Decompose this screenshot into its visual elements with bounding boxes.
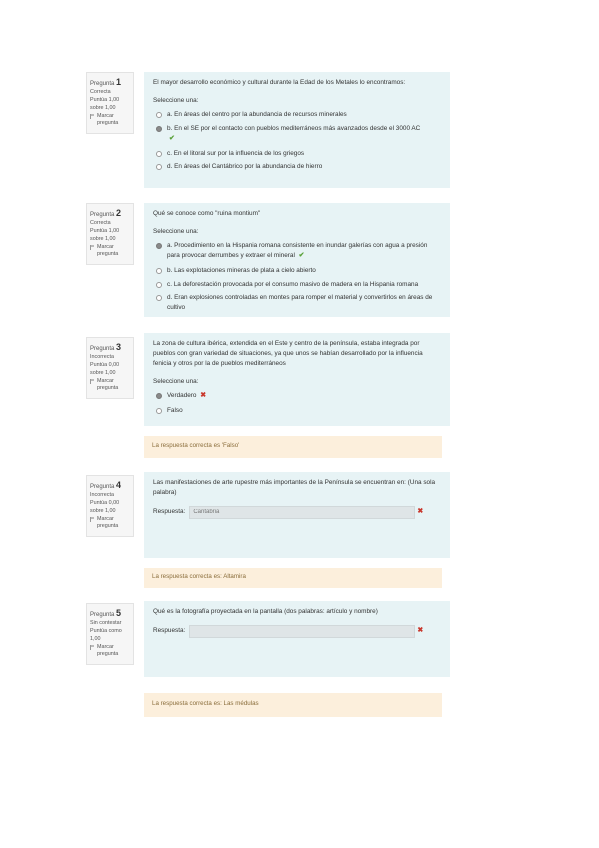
- question-status: Sin contestar: [90, 620, 122, 627]
- answer-option[interactable]: c. La deforestación provocada por el con…: [156, 280, 441, 290]
- feedback-5: La respuesta correcta es: Las médulas: [144, 693, 442, 717]
- radio-button[interactable]: [156, 111, 162, 118]
- radio-button[interactable]: [156, 150, 162, 157]
- answer-option[interactable]: b. Las explotaciones mineras de plata a …: [156, 266, 441, 276]
- flag-question-link[interactable]: Marcar pregunta: [90, 516, 130, 532]
- answer-option[interactable]: d. En áreas del Cantábrico por la abunda…: [156, 162, 441, 172]
- incorrect-cross-icon: ✖: [417, 507, 424, 515]
- flag-icon: [90, 378, 95, 384]
- incorrect-cross-icon: ✖: [417, 627, 424, 634]
- flag-icon: [90, 516, 95, 522]
- question-info-4: Pregunta 4 Incorrecta Puntúa 0,00 sobre …: [86, 475, 134, 538]
- question-score: Puntúa 1,00 sobre 1,00: [90, 227, 120, 242]
- question-box-2: Qué se conoce como "ruina montium" Selec…: [144, 203, 450, 317]
- question-status: Correcta: [90, 89, 111, 96]
- question-box-4: Las manifestaciones de arte rupestre más…: [144, 472, 450, 558]
- feedback-4: La respuesta correcta es: Altamira: [144, 568, 442, 588]
- flag-icon: [90, 113, 95, 119]
- radio-button[interactable]: [156, 392, 162, 399]
- correct-check-icon: ✔: [298, 251, 305, 259]
- select-prompt: Seleccione una:: [153, 227, 199, 235]
- radio-button[interactable]: [156, 125, 162, 132]
- answer-option[interactable]: Falso: [156, 406, 441, 416]
- answer-label: Respuesta:: [153, 508, 186, 516]
- question-text: Qué se conoce como "ruina montium": [153, 210, 261, 217]
- radio-button[interactable]: [156, 281, 162, 288]
- question-info-2: Pregunta 2 Correcta Puntúa 1,00 sobre 1,…: [86, 203, 134, 266]
- question-score: Puntúa como 1,00: [90, 627, 122, 642]
- question-status: Incorrecta: [90, 492, 114, 499]
- flag-question-link[interactable]: Marcar pregunta: [90, 378, 130, 394]
- answer-input[interactable]: [189, 624, 416, 638]
- radio-button[interactable]: [156, 267, 162, 274]
- question-score: Puntúa 1,00 sobre 1,00: [90, 96, 120, 111]
- answer-row: Respuesta: ✖: [153, 624, 441, 638]
- answer-option[interactable]: Verdadero ✖: [156, 391, 441, 402]
- question-text: La zona de cultura ibérica, extendida en…: [153, 340, 423, 367]
- radio-button[interactable]: [156, 295, 162, 302]
- question-box-3: La zona de cultura ibérica, extendida en…: [144, 333, 450, 426]
- answer-input[interactable]: [189, 505, 416, 519]
- question-score: Puntúa 0,00 sobre 1,00: [90, 361, 120, 376]
- answer-option[interactable]: b. En el SE por el contacto con pueblos …: [156, 124, 441, 145]
- flag-question-link[interactable]: Marcar pregunta: [90, 113, 130, 129]
- answer-option[interactable]: d. Eran explosiones controladas en monte…: [156, 293, 441, 313]
- question-number: Pregunta 5: [90, 608, 122, 618]
- question-score: Puntúa 0,00 sobre 1,00: [90, 499, 120, 514]
- question-number: Pregunta 1: [90, 77, 122, 87]
- question-number: Pregunta 4: [90, 480, 122, 490]
- question-box-5: Qué es la fotografía proyectada en la pa…: [144, 601, 450, 677]
- answer-label: Respuesta:: [153, 627, 186, 635]
- flag-icon: [90, 644, 95, 650]
- flag-icon: [90, 244, 95, 250]
- question-text: Qué es la fotografía proyectada en la pa…: [153, 608, 378, 615]
- select-prompt: Seleccione una:: [153, 96, 199, 104]
- feedback-3: La respuesta correcta es 'Falso': [144, 436, 442, 458]
- answer-option[interactable]: c. En el litoral sur por la influencia d…: [156, 149, 441, 159]
- question-info-5: Pregunta 5 Sin contestar Puntúa como 1,0…: [86, 603, 134, 666]
- radio-button[interactable]: [156, 407, 162, 414]
- radio-button[interactable]: [156, 242, 162, 249]
- question-text: Las manifestaciones de arte rupestre más…: [153, 479, 436, 496]
- select-prompt: Seleccione una:: [153, 377, 199, 385]
- radio-button[interactable]: [156, 164, 162, 171]
- answer-row: Respuesta: ✖: [153, 505, 441, 519]
- question-box-1: El mayor desarrollo económico y cultural…: [144, 72, 450, 188]
- question-number: Pregunta 2: [90, 208, 122, 218]
- correct-check-icon: ✔: [169, 134, 175, 142]
- question-text: El mayor desarrollo económico y cultural…: [153, 79, 406, 86]
- question-info-1: Pregunta 1 Correcta Puntúa 1,00 sobre 1,…: [86, 72, 134, 135]
- incorrect-cross-icon: ✖: [200, 391, 207, 399]
- answer-option[interactable]: a. En áreas del centro por la abundancia…: [156, 110, 441, 120]
- question-status: Correcta: [90, 220, 111, 227]
- answer-option[interactable]: a. Procedimiento en la Hispania romana c…: [156, 241, 441, 262]
- question-info-3: Pregunta 3 Incorrecta Puntúa 0,00 sobre …: [86, 337, 134, 400]
- question-status: Incorrecta: [90, 354, 114, 361]
- question-number: Pregunta 3: [90, 342, 122, 352]
- flag-question-link[interactable]: Marcar pregunta: [90, 644, 130, 660]
- flag-question-link[interactable]: Marcar pregunta: [90, 244, 130, 260]
